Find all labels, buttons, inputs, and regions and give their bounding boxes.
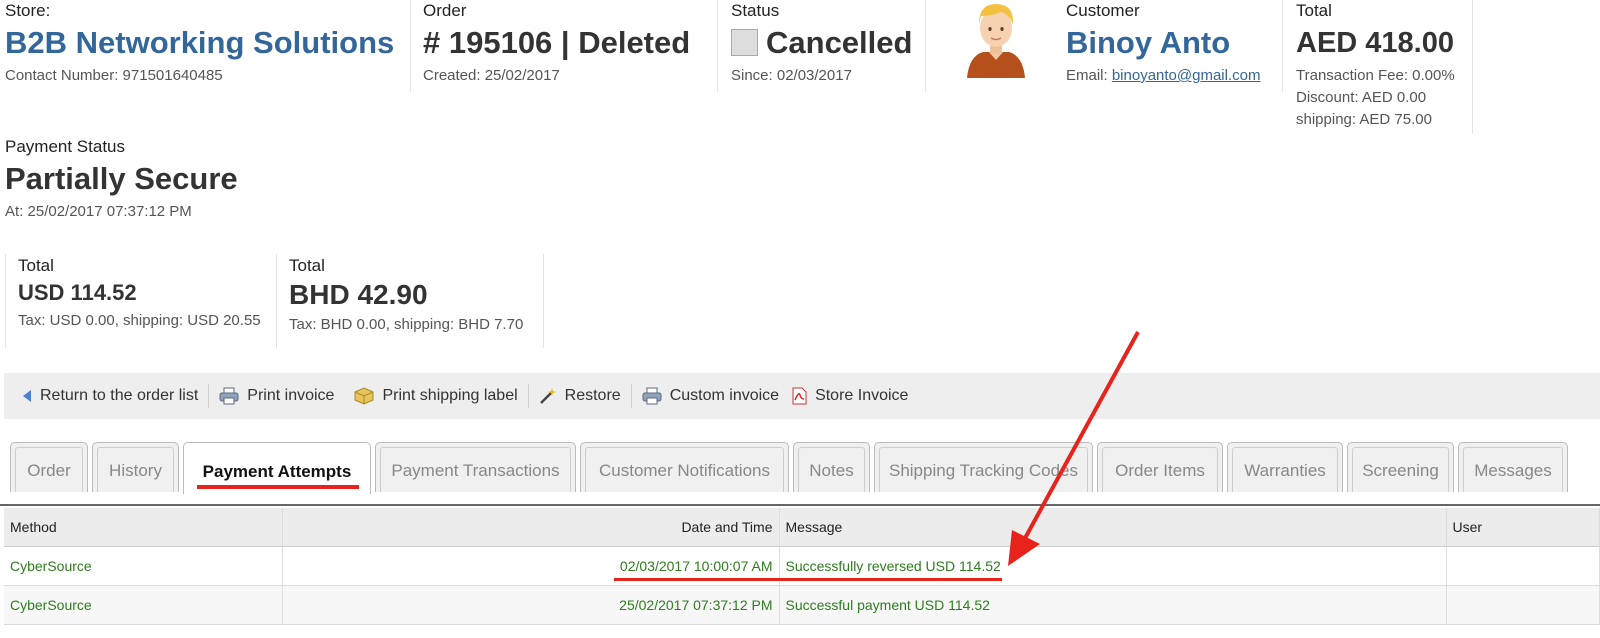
total-bhd-label: Total bbox=[289, 256, 325, 275]
tab-shipping-tracking-codes[interactable]: Shipping Tracking Codes bbox=[874, 442, 1093, 492]
cell-method: CyberSource bbox=[4, 585, 283, 625]
status-block: Status Cancelled Since: 02/03/2017 bbox=[718, 0, 926, 92]
status-color-swatch bbox=[731, 29, 758, 56]
column-header-datetime[interactable]: Date and Time bbox=[282, 508, 780, 547]
column-header-method[interactable]: Method bbox=[4, 508, 283, 547]
total-value: AED 418.00 bbox=[1296, 27, 1454, 59]
back-arrow-icon bbox=[23, 390, 31, 402]
cell-method: CyberSource bbox=[4, 546, 283, 586]
transaction-fee: Transaction Fee: 0.00% bbox=[1296, 67, 1455, 84]
payment-attempts-table: Method Date and Time Message User CyberS… bbox=[4, 508, 1600, 625]
order-summary-header: Store: B2B Networking Solutions Contact … bbox=[0, 0, 1473, 134]
tab-order[interactable]: Order bbox=[10, 442, 88, 492]
total-bhd-value: BHD 42.90 bbox=[289, 279, 428, 310]
status-value: Cancelled bbox=[766, 25, 913, 60]
discount: Discount: AED 0.00 bbox=[1296, 89, 1427, 106]
cell-user bbox=[1446, 585, 1600, 625]
total-block: Total AED 418.00 Transaction Fee: 0.00% … bbox=[1283, 0, 1473, 134]
customer-name-link[interactable]: Binoy Anto bbox=[1066, 21, 1268, 65]
return-label: Return to the order list bbox=[40, 387, 199, 404]
tab-order-items[interactable]: Order Items bbox=[1097, 442, 1223, 492]
avatar bbox=[926, 0, 1066, 92]
printer-icon bbox=[642, 387, 662, 405]
action-toolbar: Return to the order list Print invoice P… bbox=[4, 373, 1600, 419]
cell-datetime: 25/02/2017 07:37:12 PM bbox=[282, 585, 780, 625]
store-name-link[interactable]: B2B Networking Solutions bbox=[5, 21, 396, 65]
cell-message: Successful payment USD 114.52 bbox=[779, 585, 1447, 625]
print-shipping-label: Print shipping label bbox=[382, 387, 518, 404]
column-header-user[interactable]: User bbox=[1446, 508, 1600, 547]
package-icon bbox=[354, 387, 374, 405]
store-contact: Contact Number: 971501640485 bbox=[5, 67, 223, 84]
customer-email-link[interactable]: binoyanto@gmail.com bbox=[1112, 67, 1261, 84]
order-label: Order bbox=[423, 1, 467, 20]
pdf-icon bbox=[792, 387, 807, 405]
currency-totals: Total USD 114.52 Tax: USD 0.00, shipping… bbox=[5, 254, 544, 348]
order-block: Order # 195106 | Deleted Created: 25/02/… bbox=[411, 0, 718, 92]
cell-user bbox=[1446, 546, 1600, 586]
total-bhd-block: Total BHD 42.90 Tax: BHD 0.00, shipping:… bbox=[277, 254, 544, 348]
customer-label: Customer bbox=[1066, 1, 1140, 20]
order-created: Created: 25/02/2017 bbox=[423, 67, 560, 84]
total-label: Total bbox=[1296, 1, 1332, 20]
customer-block: Customer Binoy Anto Email: binoyanto@gma… bbox=[1066, 0, 1283, 92]
tab-screening[interactable]: Screening bbox=[1347, 442, 1454, 492]
annotation-underline-row bbox=[614, 578, 1002, 581]
total-usd-detail: Tax: USD 0.00, shipping: USD 20.55 bbox=[18, 312, 261, 329]
tab-payment-transactions[interactable]: Payment Transactions bbox=[375, 442, 576, 492]
column-header-message[interactable]: Message bbox=[779, 508, 1447, 547]
tab-messages[interactable]: Messages bbox=[1458, 442, 1568, 492]
table-row: CyberSource 25/02/2017 07:37:12 PM Succe… bbox=[4, 585, 1600, 625]
payment-status-at: At: 25/02/2017 07:37:12 PM bbox=[5, 203, 192, 220]
total-usd-block: Total USD 114.52 Tax: USD 0.00, shipping… bbox=[5, 254, 277, 348]
tab-notes[interactable]: Notes bbox=[793, 442, 870, 492]
customer-avatar-icon bbox=[967, 4, 1025, 78]
store-invoice-button[interactable]: Store Invoice bbox=[789, 382, 918, 410]
total-usd-label: Total bbox=[18, 256, 54, 275]
customer-email-prefix: Email: bbox=[1066, 67, 1112, 84]
order-tabs: Order History Payment Attempts Payment T… bbox=[0, 442, 1600, 506]
custom-invoice-label: Custom invoice bbox=[669, 387, 780, 404]
order-title: # 195106 | Deleted bbox=[423, 25, 691, 60]
annotation-underline-tab bbox=[197, 485, 359, 489]
status-since: Since: 02/03/2017 bbox=[731, 67, 852, 84]
magic-wand-icon bbox=[539, 388, 556, 404]
print-shipping-label-button[interactable]: Print shipping label bbox=[344, 382, 527, 410]
store-label: Store: bbox=[5, 1, 51, 20]
return-to-order-list-button[interactable]: Return to the order list bbox=[18, 382, 208, 410]
printer-icon bbox=[219, 387, 239, 405]
store-invoice-label: Store Invoice bbox=[815, 387, 909, 404]
payment-status-block: Payment Status Partially Secure At: 25/0… bbox=[5, 136, 238, 223]
store-block: Store: B2B Networking Solutions Contact … bbox=[0, 0, 411, 92]
total-bhd-detail: Tax: BHD 0.00, shipping: BHD 7.70 bbox=[289, 316, 524, 333]
tab-history[interactable]: History bbox=[92, 442, 179, 492]
tab-warranties[interactable]: Warranties bbox=[1227, 442, 1343, 492]
custom-invoice-button[interactable]: Custom invoice bbox=[632, 382, 789, 410]
restore-button[interactable]: Restore bbox=[529, 382, 631, 410]
table-header-row: Method Date and Time Message User bbox=[4, 508, 1600, 547]
print-invoice-button[interactable]: Print invoice bbox=[209, 382, 344, 410]
payment-status-label: Payment Status bbox=[5, 137, 126, 156]
total-usd-value: USD 114.52 bbox=[18, 280, 137, 305]
status-label: Status bbox=[731, 1, 780, 20]
tab-customer-notifications[interactable]: Customer Notifications bbox=[580, 442, 789, 492]
shipping-cost: shipping: AED 75.00 bbox=[1296, 111, 1432, 128]
print-invoice-label: Print invoice bbox=[247, 387, 335, 404]
restore-label: Restore bbox=[564, 387, 621, 404]
payment-status-value: Partially Secure bbox=[5, 161, 238, 196]
